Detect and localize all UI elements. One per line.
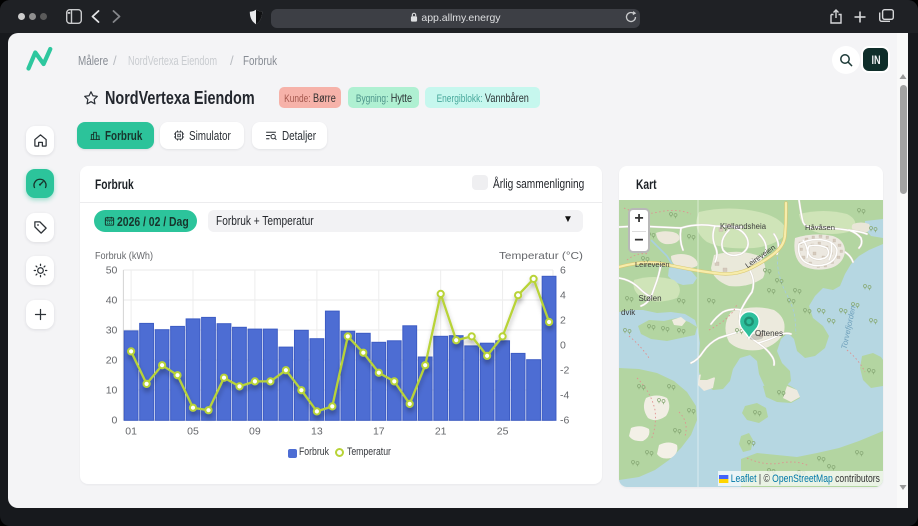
svg-text:30: 30 bbox=[106, 325, 118, 337]
svg-text:-4: -4 bbox=[560, 390, 569, 402]
svg-text:dvik: dvik bbox=[621, 308, 636, 317]
svg-text:6: 6 bbox=[560, 265, 566, 277]
svg-text:Kjellandsheia: Kjellandsheia bbox=[720, 222, 767, 231]
svg-text:09: 09 bbox=[249, 425, 261, 437]
svg-text:4: 4 bbox=[560, 290, 566, 302]
svg-text:01: 01 bbox=[125, 425, 137, 437]
svg-text:50: 50 bbox=[106, 265, 118, 277]
svg-text:13: 13 bbox=[311, 425, 323, 437]
svg-text:10: 10 bbox=[106, 385, 118, 397]
svg-text:2: 2 bbox=[560, 315, 566, 327]
svg-text:Stølen: Stølen bbox=[638, 294, 661, 303]
svg-text:40: 40 bbox=[106, 295, 118, 307]
svg-text:-2: -2 bbox=[560, 365, 569, 377]
svg-text:0: 0 bbox=[112, 415, 118, 427]
svg-text:-6: -6 bbox=[560, 415, 569, 427]
svg-text:Temperatur (°C): Temperatur (°C) bbox=[499, 250, 583, 262]
svg-text:05: 05 bbox=[187, 425, 199, 437]
svg-text:25: 25 bbox=[497, 425, 509, 437]
svg-text:17: 17 bbox=[373, 425, 385, 437]
svg-text:21: 21 bbox=[435, 425, 447, 437]
svg-text:0: 0 bbox=[560, 340, 566, 352]
svg-text:Håvåsen: Håvåsen bbox=[805, 223, 835, 232]
svg-text:Forbruk (kWh): Forbruk (kWh) bbox=[95, 250, 153, 262]
svg-text:20: 20 bbox=[106, 355, 118, 367]
svg-text:Leireveien: Leireveien bbox=[635, 260, 670, 269]
